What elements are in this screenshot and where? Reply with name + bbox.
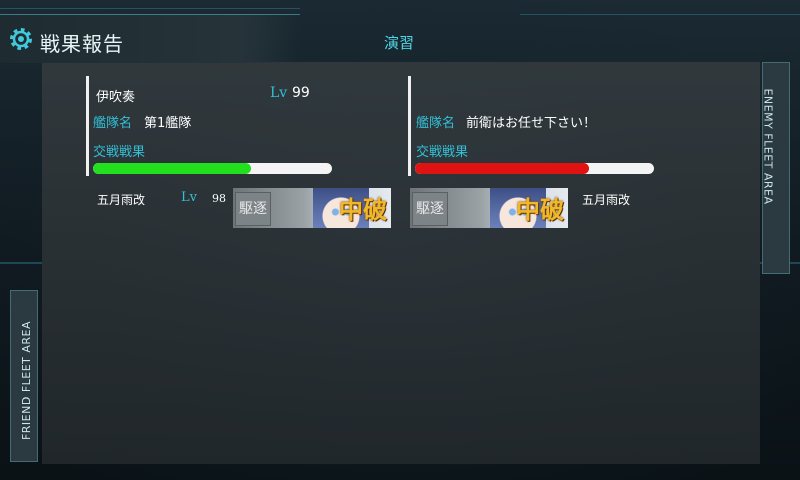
admiral-lv-label: Lv [270, 85, 288, 101]
bg-line [0, 262, 42, 264]
admiral-name: 伊吹奏 [96, 90, 136, 105]
friend-result-gauge [93, 163, 332, 174]
enemy-ship-name: 五月雨改 [582, 193, 631, 207]
enemy-fleet-name-label: 艦隊名 [416, 116, 456, 131]
damage-status-badge: 中破 [516, 195, 564, 224]
enemy-result-gauge-fill [415, 163, 590, 174]
friend-result-gauge-fill [93, 163, 251, 174]
friend-ship-lv: 98 [212, 192, 226, 205]
friend-ship-lv-label: Lv [181, 190, 197, 205]
damage-status-badge: 中破 [339, 195, 387, 224]
enemy-ship-card[interactable]: 駆逐 中破 [410, 188, 568, 228]
battle-mode-label: 演習 [384, 34, 415, 52]
friend-fleet-name: 第1艦隊 [144, 116, 192, 131]
friend-ship-name: 五月雨改 [97, 193, 146, 207]
friend-divider [86, 76, 89, 176]
bg-line [520, 14, 800, 15]
admiral-lv: 99 [292, 85, 310, 101]
friend-fleet-name-label: 艦隊名 [93, 116, 133, 131]
friend-fleet-area-label: FRIEND FLEET AREA [20, 320, 34, 441]
enemy-divider [408, 76, 411, 176]
ship-type-badge: 駆逐 [235, 192, 271, 226]
enemy-fleet-name: 前衛はお任せ下さい！ [466, 116, 597, 131]
page-title: 戦果報告 [40, 32, 124, 56]
bg-line [0, 8, 300, 9]
gear-icon [10, 28, 32, 50]
friend-ship-card[interactable]: 駆逐 中破 [233, 188, 391, 228]
enemy-battle-result-label: 交戦戦果 [416, 145, 469, 160]
enemy-fleet-area-label: ENEMY FLEET AREA [761, 88, 775, 205]
ship-type-badge: 駆逐 [412, 192, 448, 226]
friend-battle-result-label: 交戦戦果 [93, 145, 146, 160]
enemy-result-gauge [415, 163, 654, 174]
